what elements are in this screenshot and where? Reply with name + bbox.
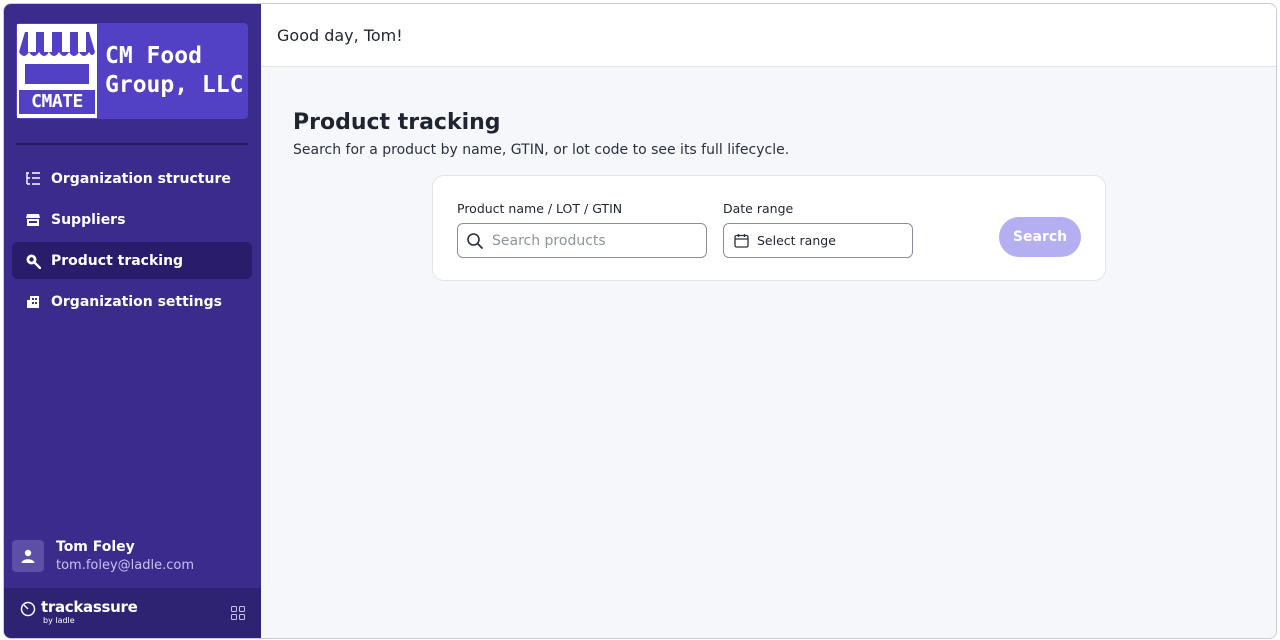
sidebar: CMATE CM Food Group, LLC Organization st… <box>4 4 261 638</box>
main-content: Good day, Tom! Product tracking Search f… <box>261 4 1276 638</box>
sidebar-nav: Organization structure Suppliers Product… <box>12 160 252 324</box>
footer-brand-sub: by ladle <box>43 616 75 625</box>
store-icon <box>24 211 42 229</box>
sidebar-item-label: Product tracking <box>51 252 184 269</box>
search-button[interactable]: Search <box>999 217 1081 257</box>
organization-logo: CMATE <box>17 24 97 118</box>
user-info: Tom Foley tom.foley@ladle.com <box>56 538 194 575</box>
user-profile[interactable]: Tom Foley tom.foley@ladle.com <box>12 532 252 580</box>
organization-logo-text: CMATE <box>19 90 95 114</box>
product-field-label: Product name / LOT / GTIN <box>457 201 623 216</box>
trackassure-logo-icon <box>20 601 36 617</box>
sidebar-item-organization-structure[interactable]: Organization structure <box>12 160 252 197</box>
search-card: Product name / LOT / GTIN Date range Sel… <box>432 175 1106 281</box>
sidebar-item-label: Suppliers <box>51 211 126 228</box>
sidebar-item-product-tracking[interactable]: Product tracking <box>12 242 252 279</box>
avatar <box>12 540 44 572</box>
sidebar-item-label: Organization structure <box>51 170 231 187</box>
sidebar-footer: trackassure by ladle <box>4 588 261 638</box>
app-grid-icon[interactable] <box>231 605 245 624</box>
date-range-picker[interactable]: Select range <box>723 223 913 258</box>
organization-name: CM Food Group, LLC <box>105 43 244 98</box>
sidebar-divider <box>16 143 248 145</box>
search-icon <box>467 232 483 249</box>
greeting: Good day, Tom! <box>277 25 403 45</box>
page-title: Product tracking <box>293 110 501 135</box>
user-name: Tom Foley <box>56 538 135 555</box>
search-icon <box>24 252 42 270</box>
storefront-icon <box>19 32 95 84</box>
search-input[interactable] <box>492 232 692 249</box>
page-subtitle: Search for a product by name, GTIN, or l… <box>293 142 790 158</box>
calendar-icon <box>734 234 749 248</box>
date-range-label: Date range <box>723 201 794 216</box>
footer-brand-name: trackassure <box>41 598 138 616</box>
user-email: tom.foley@ladle.com <box>56 557 195 573</box>
app-window: CMATE CM Food Group, LLC Organization st… <box>3 3 1277 639</box>
sidebar-item-suppliers[interactable]: Suppliers <box>12 201 252 238</box>
search-field[interactable] <box>457 223 707 258</box>
user-icon <box>21 549 35 563</box>
date-range-value: Select range <box>757 233 836 248</box>
sidebar-item-label: Organization settings <box>51 293 222 310</box>
building-icon <box>24 293 42 311</box>
trackassure-logo: trackassure by ladle <box>20 599 138 627</box>
top-bar: Good day, Tom! <box>261 4 1276 67</box>
sidebar-item-organization-settings[interactable]: Organization settings <box>12 283 252 320</box>
list-tree-icon <box>24 170 42 188</box>
organization-brand: CMATE CM Food Group, LLC <box>16 23 248 119</box>
